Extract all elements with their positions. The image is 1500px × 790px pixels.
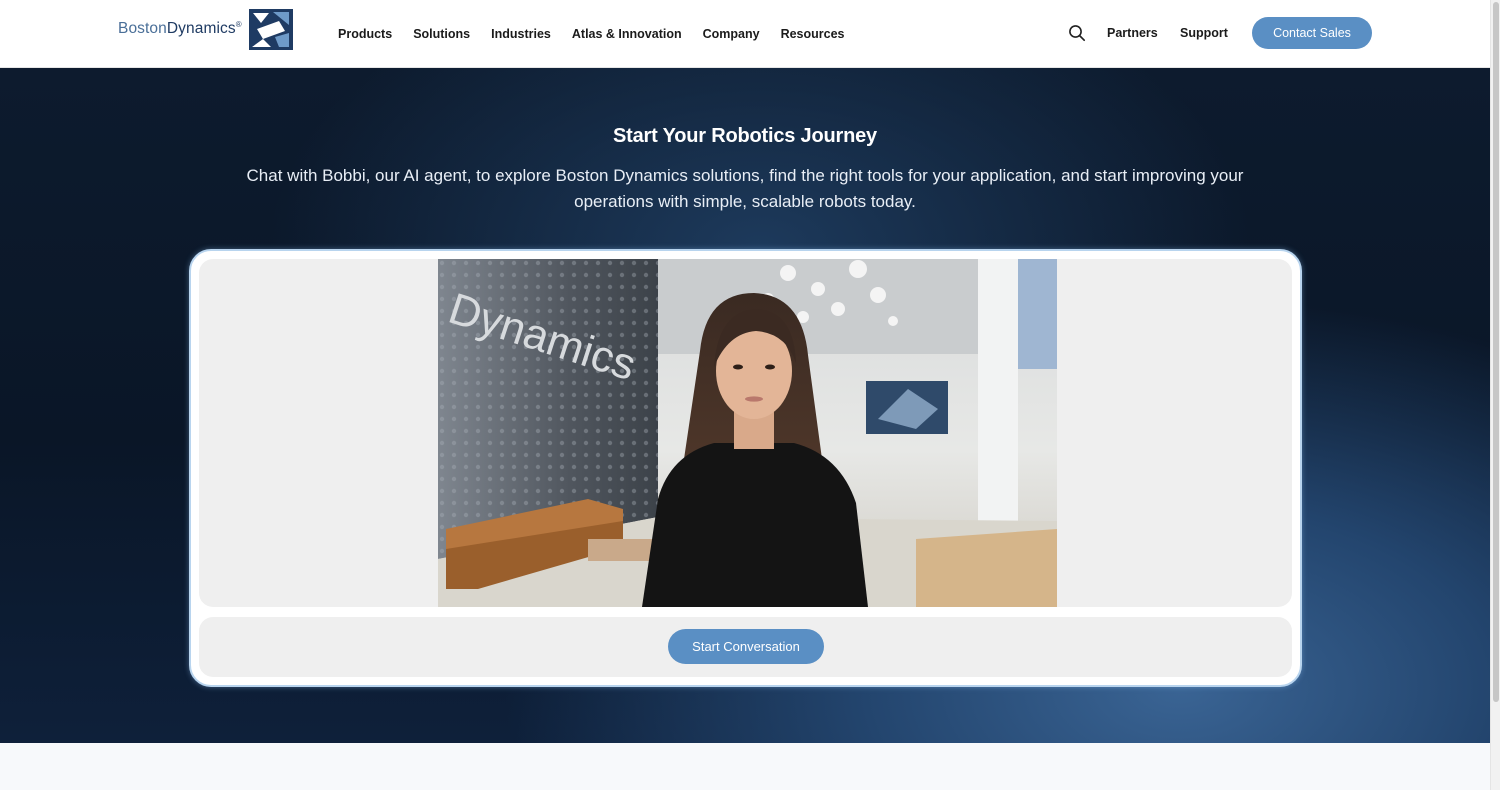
nav-atlas-innovation[interactable]: Atlas & Innovation (572, 27, 682, 41)
search-icon[interactable] (1068, 24, 1086, 42)
logo-mark-icon (248, 9, 293, 50)
site-header: BostonDynamics® Products Solutions Indus… (0, 0, 1490, 68)
agent-video-area: Dynamics (199, 259, 1292, 607)
logo-word-boston: Boston (118, 20, 167, 37)
conversation-control-bar: Start Conversation (199, 617, 1292, 677)
hero-subtitle: Chat with Bobbi, our AI agent, to explor… (246, 166, 1244, 211)
logo-registered-mark: ® (235, 20, 242, 29)
page: BostonDynamics® Products Solutions Indus… (0, 0, 1500, 790)
ai-agent-card: Dynamics Start Conversation (189, 249, 1302, 687)
contact-sales-button[interactable]: Contact Sales (1252, 17, 1372, 49)
logo-word-dynamics: Dynamics (166, 20, 236, 37)
nav-company[interactable]: Company (703, 27, 760, 41)
scrollbar-thumb[interactable] (1493, 2, 1499, 702)
hero-section: Start Your Robotics Journey Chat with Bo… (0, 68, 1490, 743)
nav-solutions[interactable]: Solutions (413, 27, 470, 41)
logo-wordmark: BostonDynamics® (118, 20, 242, 38)
nav-industries[interactable]: Industries (491, 27, 551, 41)
nav-products[interactable]: Products (338, 27, 392, 41)
start-conversation-button[interactable]: Start Conversation (668, 629, 824, 664)
nav-resources[interactable]: Resources (781, 27, 845, 41)
boston-dynamics-logo[interactable]: BostonDynamics® (118, 9, 293, 51)
partners-link[interactable]: Partners (1107, 26, 1158, 40)
page-scrollbar[interactable] (1490, 0, 1500, 790)
hero-title: Start Your Robotics Journey (613, 125, 877, 147)
support-link[interactable]: Support (1180, 26, 1228, 40)
agent-avatar-scene: Dynamics (438, 259, 1057, 607)
next-section (0, 743, 1490, 790)
main-nav: Products Solutions Industries Atlas & In… (338, 27, 866, 41)
agent-video[interactable]: Dynamics (438, 259, 1057, 607)
